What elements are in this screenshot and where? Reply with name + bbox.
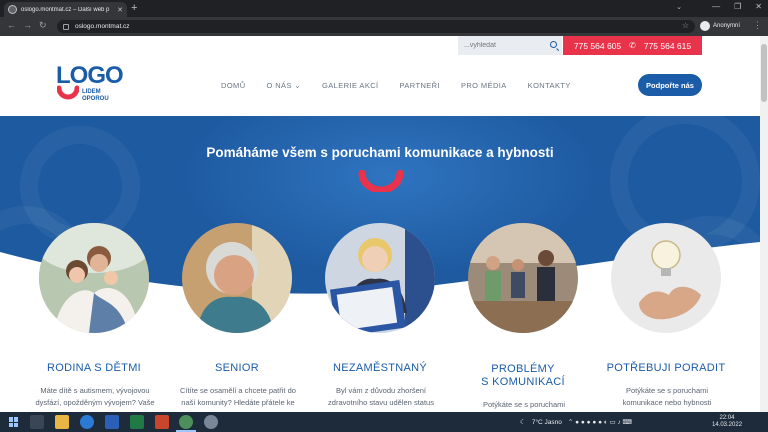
phone-numbers: 775 564 605 ✆ 775 564 615 [563,36,702,55]
site-search [458,36,562,55]
forward-icon[interactable]: → [23,20,32,30]
card-text-line: naší komunity? Hledáte přátele ke [181,398,295,407]
windows-taskbar: ☾ 7°C Jasno ⌃ ● ● ● ● ● ◐ ▭ ♪ ⌨ 22:04 14… [0,412,768,432]
incognito-profile[interactable]: Anonymní [700,21,740,31]
maximize-icon[interactable]: ❐ [734,2,741,11]
address-bar[interactable]: oslogo.montmat.cz ☆ [57,20,695,33]
reload-icon[interactable]: ↻ [39,20,47,31]
browser-menu-icon[interactable]: ⋮ [753,20,762,31]
nav-item-domu[interactable]: DOMŮ [221,81,246,90]
incognito-icon [700,21,710,31]
bookmark-star-icon[interactable]: ☆ [682,21,689,30]
tab-search-icon[interactable]: ⌄ [676,3,682,11]
browser-tab[interactable]: oslogo.montmat.cz – Další web p ✕ [4,2,127,17]
card-image-unemployed[interactable] [325,223,435,333]
search-input[interactable] [464,42,544,49]
card-text: Cítíte se osamělí a chcete patřit do naš… [168,385,308,409]
nav-item-pro-media[interactable]: PRO MÉDIA [461,81,507,90]
chrome-icon[interactable] [179,415,193,429]
phone-1[interactable]: 775 564 605 [574,41,621,51]
card-title-line: PROBLÉMY [491,363,555,375]
nav-item-kontakty[interactable]: KONTAKTY [528,81,571,90]
hero-title: Pomáháme všem s poruchami komunikace a h… [206,145,554,160]
file-explorer-icon[interactable] [55,415,69,429]
site-header: LOGO LIDEM OPOROU DOMŮ O NÁS ⌄ GALERIE A… [0,55,760,116]
close-window-icon[interactable]: ✕ [755,2,762,11]
card-text: Byl vám z důvodu zhoršení zdravotního st… [311,385,451,409]
card-text-line: Potýkáte se s poruchami [625,386,709,395]
card-text-line: zdravotního stavu udělen status [328,398,434,407]
clock-time: 22:04 [719,415,735,421]
task-view-icon[interactable] [30,415,44,429]
nav-item-o-nas[interactable]: O NÁS ⌄ [267,81,302,90]
card-title-line: S KOMUNIKACÍ [481,376,565,388]
card-image-advice[interactable] [611,223,721,333]
logo-smile-icon [57,85,79,100]
scrollbar-thumb[interactable] [761,44,767,102]
browser-toolbar: ← → ↻ oslogo.montmat.cz ☆ Anonymní ⋮ [0,17,768,36]
card-image-senior[interactable] [182,223,292,333]
weather-text[interactable]: 7°C Jasno [532,419,562,426]
card-text-line: dysfází, opožděným vývojem? Vaše [35,398,155,407]
card-text-line: komunikace nebo hybnosti [622,398,712,407]
search-icon[interactable] [550,41,557,48]
logo-tagline: LIDEM OPOROU [82,89,109,103]
windows-start-icon[interactable] [9,417,19,427]
card-title[interactable]: PROBLÉMY S KOMUNIKACÍ [443,363,603,389]
excel-icon[interactable] [130,415,144,429]
browser-tab-bar: oslogo.montmat.cz – Další web p ✕ + ⌄ — … [0,0,768,17]
minimize-icon[interactable]: — [712,2,720,11]
card-text-line: Byl vám z důvodu zhoršení [335,386,427,395]
lock-icon[interactable] [63,23,69,30]
taskbar-clock[interactable]: 22:04 14.03.2022 [712,415,742,429]
chevron-down-icon: ⌄ [294,81,302,90]
card-text-line: Potýkáte se s poruchami [482,400,566,409]
nav-item-partneri[interactable]: PARTNEŘI [400,81,440,90]
tray-icons[interactable]: ⌃ ● ● ● ● ● ◐ ▭ ♪ ⌨ [568,418,632,426]
powerpoint-icon[interactable] [155,415,169,429]
card-text: Potýkáte se s poruchami komunikace nebo … [597,385,737,409]
word-icon[interactable] [105,415,119,429]
card-text: Máte dítě s autismem, vývojovou dysfází,… [25,385,165,409]
logo-tagline-2: OPOROU [82,96,109,102]
url-text[interactable]: oslogo.montmat.cz [75,23,130,30]
hero-smile-icon [358,170,404,192]
card-image-family[interactable] [39,223,149,333]
card-title[interactable]: SENIOR [157,362,317,375]
profile-label: Anonymní [713,23,741,29]
site-logo[interactable]: LOGO LIDEM OPOROU [56,64,130,110]
new-tab-icon[interactable]: + [131,2,137,15]
card-text: Potýkáte se s poruchami [454,399,594,411]
tab-title: oslogo.montmat.cz – Další web p [21,6,110,13]
nav-item-galerie[interactable]: GALERIE AKCÍ [322,81,379,90]
card-text-line: Cítíte se osamělí a chcete patřit do [180,386,296,395]
page-scrollbar[interactable] [760,36,768,412]
weather-icon: ☾ [520,419,526,426]
site-top-strip: 775 564 605 ✆ 775 564 615 [0,36,760,55]
card-text-line: Máte dítě s autismem, vývojovou [40,386,150,395]
wordpress-icon [8,5,17,14]
nav-item-o-nas-label: O NÁS [266,81,292,90]
back-icon[interactable]: ← [7,20,16,30]
system-tray: ☾ 7°C Jasno ⌃ ● ● ● ● ● ◐ ▭ ♪ ⌨ [520,418,632,427]
card-title[interactable]: NEZAMĚSTNANÝ [300,362,460,375]
support-button[interactable]: Podpořte nás [638,74,702,96]
window-controls: — ❐ ✕ [712,2,762,11]
card-title[interactable]: RODINA S DĚTMI [14,362,174,375]
close-tab-icon[interactable]: ✕ [117,6,123,14]
card-image-communication[interactable] [468,223,578,333]
card-title[interactable]: POTŘEBUJI PORADIT [586,362,746,375]
app-icon[interactable] [204,415,218,429]
phone-icon: ✆ [629,41,636,50]
clock-date: 14.03.2022 [712,422,743,428]
edge-icon[interactable] [80,415,94,429]
logo-tagline-1: LIDEM [82,89,101,95]
phone-2[interactable]: 775 564 615 [644,41,691,51]
main-nav: DOMŮ O NÁS ⌄ GALERIE AKCÍ PARTNEŘI PRO M… [221,81,571,90]
